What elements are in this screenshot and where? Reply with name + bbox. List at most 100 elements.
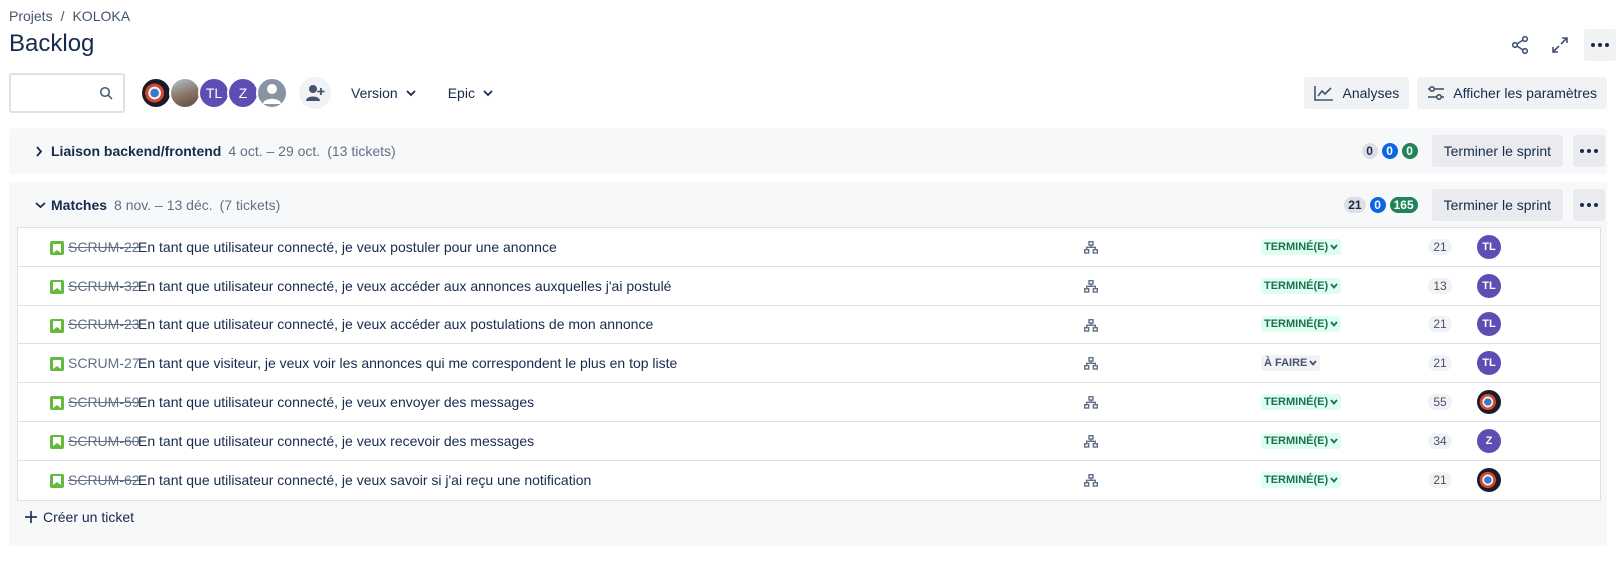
user-icon (263, 84, 281, 104)
epic-filter-label: Epic (447, 85, 475, 101)
status-label: TERMINÉ(E) (1264, 240, 1329, 253)
status-label: TERMINÉ(E) (1264, 396, 1329, 409)
table-row[interactable]: SCRUM-32 En tant que utilisateur connect… (18, 267, 1600, 306)
chevron-down-icon (1330, 244, 1338, 250)
search-input[interactable] (11, 75, 101, 111)
avatar[interactable]: Z (227, 77, 259, 109)
story-points-badge[interactable]: 21 (1428, 316, 1452, 333)
status-dropdown[interactable]: TERMINÉ(E) (1261, 394, 1342, 411)
avatar[interactable] (140, 77, 172, 109)
insights-button[interactable]: Analyses (1304, 77, 1410, 109)
story-points-badge[interactable]: 55 (1428, 394, 1452, 411)
assignee-avatar[interactable] (1477, 390, 1501, 415)
status-label: TERMINÉ(E) (1264, 318, 1329, 331)
toolbar-right-actions: Analyses Afficher les paramètres (1304, 77, 1607, 109)
create-ticket-label: Créer un ticket (43, 509, 135, 525)
chevron-down-icon[interactable] (35, 201, 51, 209)
story-points-badge[interactable]: 13 (1428, 277, 1452, 294)
sprint-more-button[interactable] (1573, 135, 1605, 167)
assignee-avatar[interactable]: TL (1477, 312, 1501, 337)
status-dropdown[interactable]: TERMINÉ(E) (1261, 316, 1342, 333)
table-row[interactable]: SCRUM-22 En tant que utilisateur connect… (18, 228, 1600, 267)
more-icon (1580, 203, 1598, 207)
issue-key[interactable]: SCRUM-62 (68, 472, 140, 488)
status-dropdown[interactable]: À FAIRE (1261, 355, 1321, 372)
issue-key[interactable]: SCRUM-27 (68, 355, 140, 371)
assignee-avatar[interactable]: Z (1477, 428, 1501, 453)
search-field (9, 73, 125, 113)
create-ticket-button[interactable]: Créer un ticket (25, 509, 134, 525)
in-progress-points-badge: 0 (1381, 143, 1398, 159)
story-icon (50, 473, 64, 488)
share-icon (1511, 35, 1529, 55)
story-icon (50, 434, 64, 449)
avatar[interactable]: TL (198, 77, 230, 109)
status-label: À FAIRE (1264, 357, 1308, 370)
settings-sliders-icon (1428, 85, 1445, 101)
insights-label: Analyses (1342, 85, 1400, 101)
table-row[interactable]: SCRUM-23 En tant que utilisateur connect… (18, 306, 1600, 345)
status-dropdown[interactable]: TERMINÉ(E) (1261, 277, 1342, 294)
sprint-name: Matches (51, 197, 108, 213)
plus-icon (25, 511, 37, 523)
sprint-dates: 8 nov. – 13 déc. (114, 197, 213, 213)
hierarchy-icon (1083, 357, 1099, 373)
story-points-badge[interactable]: 21 (1428, 355, 1452, 372)
backlog-toolbar: TL Z Version Epic Analyses Afficher les … (9, 73, 1607, 113)
version-filter-dropdown[interactable]: Version (339, 77, 428, 109)
issue-key[interactable]: SCRUM-23 (68, 316, 140, 332)
sprint-dates: 4 oct. – 29 oct. (228, 143, 321, 159)
table-row[interactable]: SCRUM-59 En tant que utilisateur connect… (18, 383, 1600, 422)
avatar[interactable] (169, 77, 201, 109)
issue-key[interactable]: SCRUM-22 (68, 239, 140, 255)
issue-key[interactable]: SCRUM-32 (68, 278, 140, 294)
chevron-down-icon (406, 89, 416, 96)
chevron-right-icon[interactable] (35, 145, 51, 157)
sprint-more-button[interactable] (1573, 189, 1605, 221)
issue-summary: En tant que utilisateur connecté, je veu… (138, 277, 672, 294)
story-points-badge[interactable]: 34 (1428, 432, 1452, 449)
story-icon (50, 241, 64, 255)
complete-sprint-button[interactable]: Terminer le sprint (1431, 189, 1563, 221)
sprint-header[interactable]: Liaison backend/frontend 4 oct. – 29 oct… (9, 128, 1607, 174)
hierarchy-icon (1083, 240, 1099, 257)
page-title: Backlog (9, 30, 95, 57)
story-points-badge[interactable]: 21 (1428, 472, 1452, 489)
breadcrumb-projects-link[interactable]: Projets (9, 8, 53, 24)
chevron-down-icon (1330, 438, 1338, 444)
sprint-header[interactable]: Matches 8 nov. – 13 déc. (7 tickets) 21 … (9, 182, 1607, 228)
share-button[interactable] (1504, 29, 1536, 61)
table-row[interactable]: SCRUM-27 En tant que visiteur, je veux v… (18, 344, 1600, 384)
status-dropdown[interactable]: TERMINÉ(E) (1261, 238, 1342, 255)
issue-summary: En tant que utilisateur connecté, je veu… (138, 432, 535, 449)
add-people-button[interactable] (299, 77, 331, 109)
assignee-avatar[interactable] (1477, 468, 1501, 493)
status-dropdown[interactable]: TERMINÉ(E) (1261, 472, 1342, 489)
issue-key[interactable]: SCRUM-59 (68, 394, 140, 410)
hierarchy-icon (1083, 434, 1099, 451)
view-settings-label: Afficher les paramètres (1453, 85, 1597, 101)
assignee-avatar[interactable]: TL (1477, 273, 1501, 298)
epic-filter-dropdown[interactable]: Epic (436, 77, 505, 109)
chevron-down-icon (1330, 399, 1338, 405)
view-settings-button[interactable]: Afficher les paramètres (1417, 77, 1607, 109)
table-row[interactable]: SCRUM-62 En tant que utilisateur connect… (18, 461, 1600, 500)
avatar[interactable] (256, 77, 288, 109)
fullscreen-button[interactable] (1544, 29, 1576, 61)
status-dropdown[interactable]: TERMINÉ(E) (1261, 432, 1342, 449)
chart-icon (1314, 86, 1334, 101)
story-points-badge[interactable]: 21 (1428, 238, 1452, 255)
issue-key[interactable]: SCRUM-60 (68, 433, 140, 449)
more-actions-button[interactable] (1584, 29, 1616, 61)
story-icon (50, 318, 64, 333)
version-filter-label: Version (351, 85, 398, 101)
story-icon (50, 396, 64, 411)
complete-sprint-button[interactable]: Terminer le sprint (1431, 135, 1563, 167)
sprint-container: Matches 8 nov. – 13 déc. (7 tickets) 21 … (9, 182, 1607, 546)
table-row[interactable]: SCRUM-60 En tant que utilisateur connect… (18, 422, 1600, 461)
assignee-avatar[interactable]: TL (1477, 351, 1501, 376)
breadcrumb-project-link[interactable]: KOLOKA (72, 8, 130, 24)
issue-summary: En tant que visiteur, je veux voir les a… (138, 355, 678, 372)
assignee-avatar[interactable]: TL (1477, 234, 1501, 259)
done-points-badge: 0 (1401, 143, 1418, 159)
